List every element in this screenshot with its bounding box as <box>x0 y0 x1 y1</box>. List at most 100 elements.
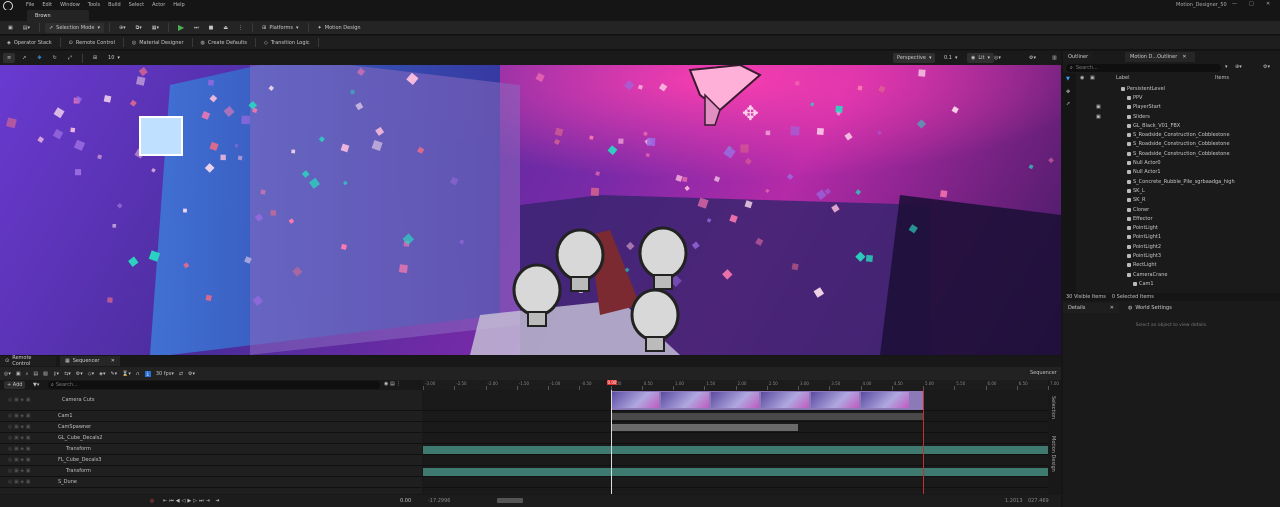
selection-mode-icon[interactable]: ▼ <box>1066 76 1070 82</box>
snap-grid-icon[interactable]: ⊞ <box>89 53 101 63</box>
track-controls-icon[interactable]: ◎ ▣ ◈ ▣ <box>8 446 30 452</box>
sequencer-track[interactable]: ◎ ▣ ◈ ▣ Transform <box>0 466 422 477</box>
world-settings-tab[interactable]: ◍ World Settings <box>1123 303 1177 313</box>
play-options-icon[interactable]: ⋮ <box>234 23 247 33</box>
cinematics-button[interactable]: ▦▾ <box>148 23 163 33</box>
menu-file[interactable]: File <box>26 2 34 8</box>
magnet-icon[interactable]: ∩ <box>136 371 140 377</box>
curve-icon[interactable]: ⇆▾ <box>64 371 71 377</box>
outliner-item[interactable]: Effector <box>1063 214 1280 223</box>
timeline-scrollbar[interactable] <box>497 498 523 503</box>
save-icon[interactable]: ▣ <box>4 23 17 33</box>
snap-button[interactable]: ⤓ <box>144 370 151 377</box>
content-browser-icon[interactable]: ▤▾ <box>19 23 34 33</box>
edit-tool-icon[interactable]: ✎▾ <box>110 371 117 377</box>
add-actor-button[interactable]: ⊕▾ <box>115 23 130 33</box>
outliner-item[interactable]: PPV <box>1063 93 1280 102</box>
tool-material-designer-button[interactable]: ◎ Material Designer <box>128 38 188 48</box>
sequencer-track[interactable]: ◎ ▣ ◈ ▣ S_Dune <box>0 477 422 488</box>
track-lane[interactable] <box>423 477 1048 488</box>
motion-design-button[interactable]: ✦ Motion Design <box>314 23 365 33</box>
tool-create-defaults-button[interactable]: ◍ Create Defaults <box>197 38 251 48</box>
sequencer-menu-icon[interactable]: ◎▾ <box>4 371 11 377</box>
play-button[interactable]: ▶ <box>174 23 188 33</box>
outliner-item[interactable]: GL_Black_V01_FBX <box>1063 121 1280 130</box>
key-icon[interactable]: ⚷▾ <box>53 371 59 377</box>
motion-outliner-tab[interactable]: Motion D...Outliner ✕ <box>1125 52 1195 62</box>
outliner-item[interactable]: SK_L <box>1063 186 1280 195</box>
sequencer-track[interactable]: ◎ ▣ ◈ ▣ FL_Cube_Decals3 <box>0 455 422 466</box>
menu-tools[interactable]: Tools <box>88 2 100 8</box>
tool-remote-control-button[interactable]: ⊙ Remote Control <box>65 38 119 48</box>
loop-icon[interactable]: ⇄ <box>179 371 183 377</box>
selection-mode-button[interactable]: ➚ Selection Mode ▾ <box>44 22 104 33</box>
sequencer-track[interactable]: ◎ ▣ ◈ ▣ Cam1 <box>0 411 422 422</box>
current-time[interactable]: 0.00 <box>400 498 411 504</box>
track-controls-icon[interactable]: ◎ ▣ ◈ ▣ <box>8 424 30 430</box>
view-options-icon[interactable]: ⚙▾ <box>188 371 195 377</box>
lock-icon[interactable]: ▣ <box>1096 104 1101 110</box>
close-tab-icon[interactable]: ✕ <box>1110 305 1114 311</box>
render-icon[interactable]: ▧ <box>43 371 48 377</box>
sequencer-search[interactable]: ⌕ Search... <box>48 381 380 389</box>
outliner-item[interactable]: ▣ Sliders <box>1063 112 1280 121</box>
level-viewport[interactable]: ✥ <box>0 65 1061 355</box>
menu-select[interactable]: Select <box>129 2 144 8</box>
outliner-item[interactable]: S_Roadside_Construction_Cobblestone <box>1063 149 1280 158</box>
outliner-item[interactable]: Cam1 <box>1063 279 1280 288</box>
cam1-section[interactable] <box>610 413 923 420</box>
step-button[interactable]: ⏭ <box>190 23 203 33</box>
blueprint-button[interactable]: ⧉▾ <box>132 23 146 33</box>
track-filter-icon[interactable]: ▼▾ <box>33 382 39 388</box>
layout-icon[interactable]: ▥ <box>1048 53 1061 63</box>
add-icon[interactable]: ⊕▾ <box>1235 64 1242 70</box>
track-controls-icon[interactable]: ◎ ▣ ◈ ▣ <box>8 479 30 485</box>
tool-transition-logic-button[interactable]: ◇ Transition Logic <box>260 38 314 48</box>
outliner-tab[interactable]: Outliner <box>1063 52 1094 62</box>
settings-icon[interactable]: ⚙▾ <box>1025 53 1040 63</box>
transform-section-1[interactable] <box>423 446 1048 454</box>
range-end-a[interactable]: 1.2013 <box>1005 498 1023 504</box>
playback-options-icon[interactable]: ⚙▾ <box>76 371 83 377</box>
playhead-handle[interactable]: 0.00 <box>606 380 618 385</box>
save-sequence-icon[interactable]: ▣ <box>16 371 21 377</box>
camera-cut-section[interactable] <box>610 391 923 410</box>
perspective-button[interactable]: Perspective ▾ <box>893 53 936 63</box>
visibility-col-icon[interactable]: ◉ <box>1080 75 1084 81</box>
transform-section-2[interactable] <box>423 468 1048 476</box>
camera-icon[interactable]: ▤ <box>33 371 38 377</box>
document-tab[interactable]: Brown <box>27 10 89 21</box>
outliner-item[interactable]: PointLight <box>1063 224 1280 233</box>
track-controls-icon[interactable]: ◎ ▣ ◈ ▣ <box>8 457 30 463</box>
find-icon[interactable]: ⌕ <box>26 371 29 377</box>
stop-button[interactable]: ■ <box>205 23 218 33</box>
outliner-item[interactable]: Null Actor0 <box>1063 158 1280 167</box>
outliner-item[interactable]: PointLight3 <box>1063 251 1280 260</box>
outliner-item[interactable]: Null Actor1 <box>1063 168 1280 177</box>
close-tab-icon[interactable]: ✕ <box>111 358 115 364</box>
outliner-item[interactable]: S_Roadside_Construction_Cobblestone <box>1063 131 1280 140</box>
time-icon[interactable]: ⌛▾ <box>122 371 131 377</box>
add-track-button[interactable]: + Add <box>4 381 26 389</box>
sequencer-track[interactable]: ◎ ▣ ◈ ▣ CamSpawner <box>0 422 422 433</box>
platforms-button[interactable]: ⊞ Platforms ▾ <box>258 23 302 33</box>
outliner-item[interactable]: PointLight1 <box>1063 233 1280 242</box>
track-view-icons[interactable]: ◉ ▤ ⋮ <box>384 381 401 387</box>
selection-side-tab[interactable]: Selection <box>1050 396 1056 419</box>
lock-icon[interactable]: ▣ <box>1096 114 1101 120</box>
key-options-icon[interactable]: ◇▾ <box>88 371 94 377</box>
rotate-tool-icon[interactable]: ↻ <box>49 53 61 63</box>
outliner-item[interactable]: PersistentLevel <box>1063 84 1280 93</box>
track-controls-icon[interactable]: ◎ ▣ ◈ ▣ <box>8 468 30 474</box>
fps-dropdown[interactable]: 30 fps▾ <box>156 371 174 377</box>
track-lane[interactable] <box>423 455 1048 466</box>
grid-size-dropdown[interactable]: 10 ▾ <box>104 53 124 63</box>
transport-controls[interactable]: ⇤⏮◀◁▶▷⏭⇥ ➜ <box>163 498 222 504</box>
close-icon[interactable]: ✕ <box>1266 1 1270 7</box>
menu-window[interactable]: Window <box>60 2 80 8</box>
show-flags-icon[interactable]: ◎▾ <box>990 53 1005 63</box>
menu-build[interactable]: Build <box>108 2 121 8</box>
sequencer-track[interactable]: ◎ ▣ ◈ ▣ Transform <box>0 444 422 455</box>
minimize-icon[interactable]: — <box>1232 1 1237 7</box>
outliner-item[interactable]: S_Concrete_Rubble_Pile_sgrbaadga_high <box>1063 177 1280 186</box>
